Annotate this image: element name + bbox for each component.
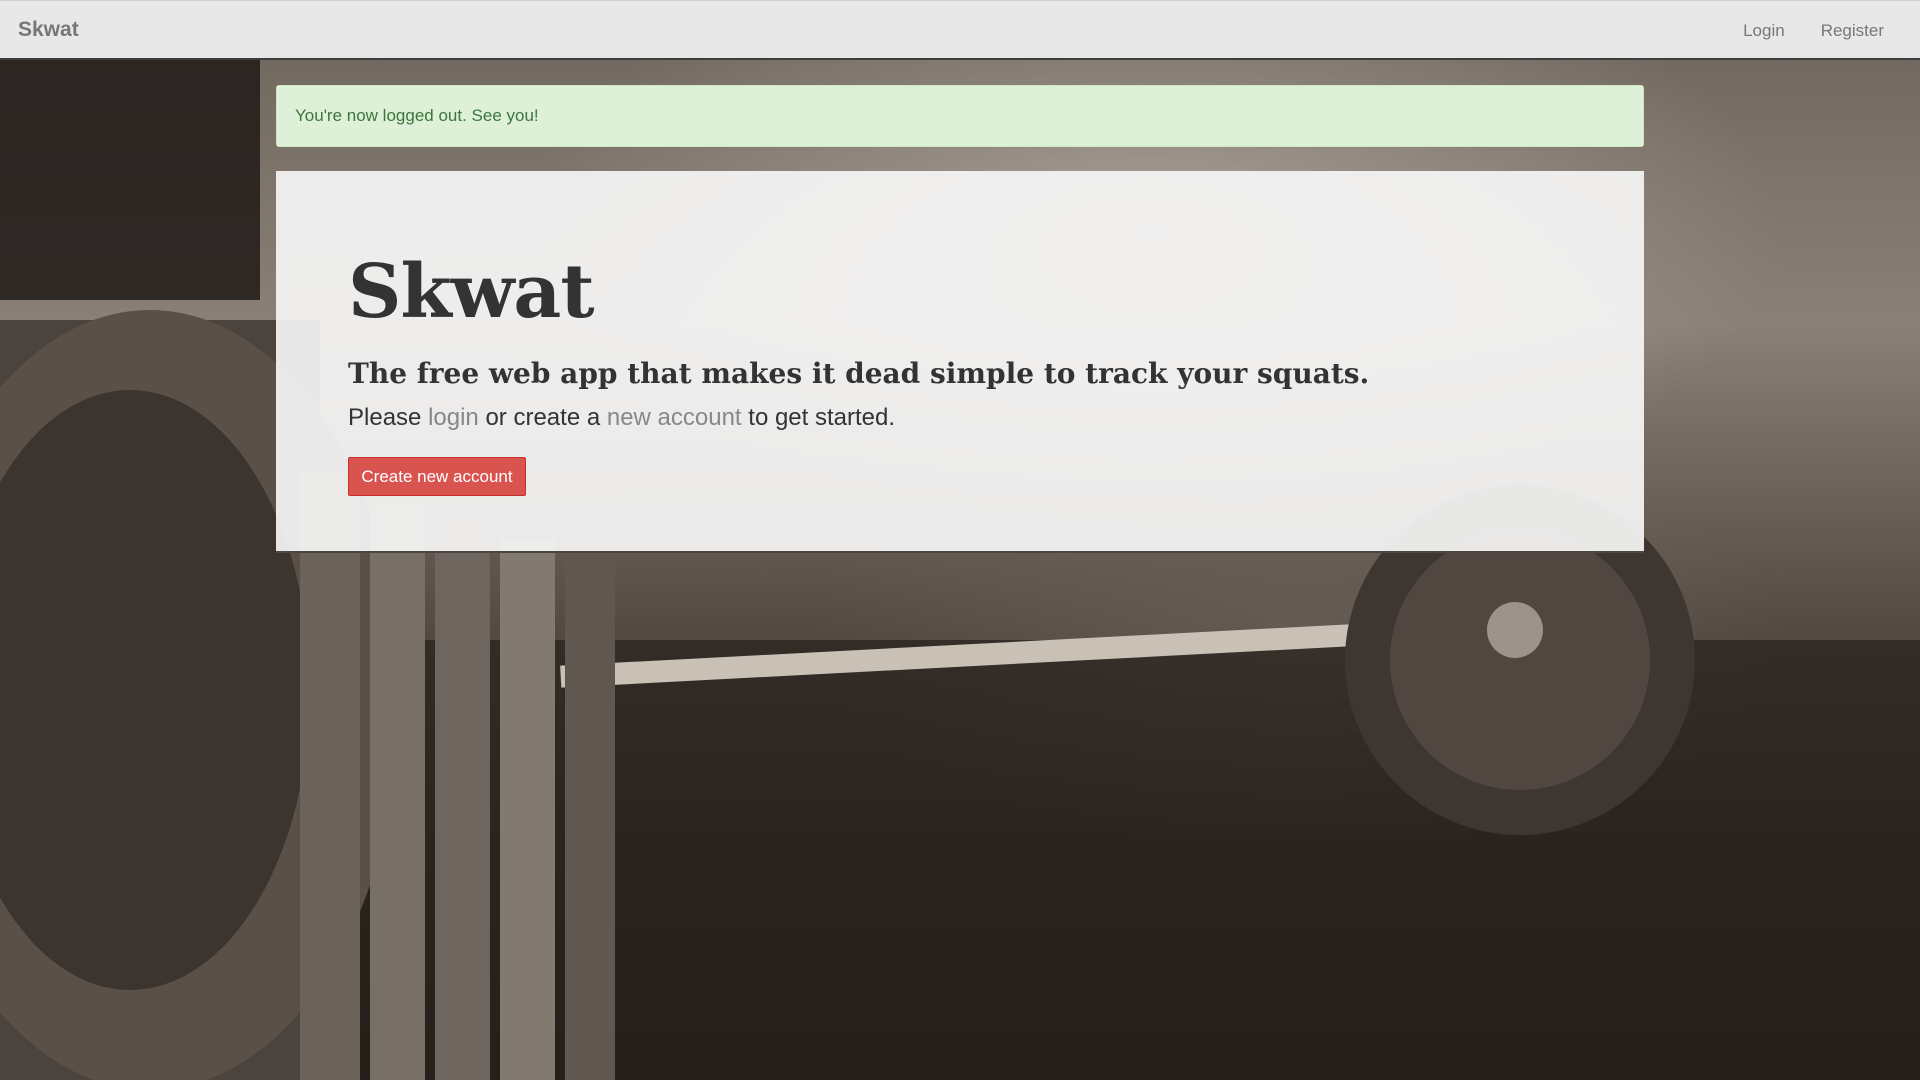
hero-login-link[interactable]: login <box>428 404 479 431</box>
hero-instructions: Please login or create a new account to … <box>348 404 895 432</box>
nav-login-link[interactable]: Login <box>1743 21 1785 41</box>
instructions-middle: or create a <box>478 404 607 431</box>
create-account-button[interactable]: Create new account <box>348 457 526 496</box>
nav-register-link[interactable]: Register <box>1821 21 1884 41</box>
hero-panel: Skwat The free web app that makes it dea… <box>276 171 1644 553</box>
hero-new-account-link[interactable]: new account <box>607 404 742 431</box>
alert-message: You're now logged out. See you! <box>295 106 539 125</box>
nav-links: Login Register <box>1743 21 1884 41</box>
top-navbar: Skwat Login Register <box>0 0 1920 60</box>
hero-title: Skwat <box>348 249 595 335</box>
instructions-suffix: to get started. <box>741 404 896 431</box>
brand-logo-link[interactable]: Skwat <box>18 18 79 42</box>
logout-success-alert: You're now logged out. See you! <box>276 85 1644 147</box>
hero-tagline: The free web app that makes it dead simp… <box>348 357 1370 390</box>
instructions-prefix: Please <box>348 404 429 431</box>
